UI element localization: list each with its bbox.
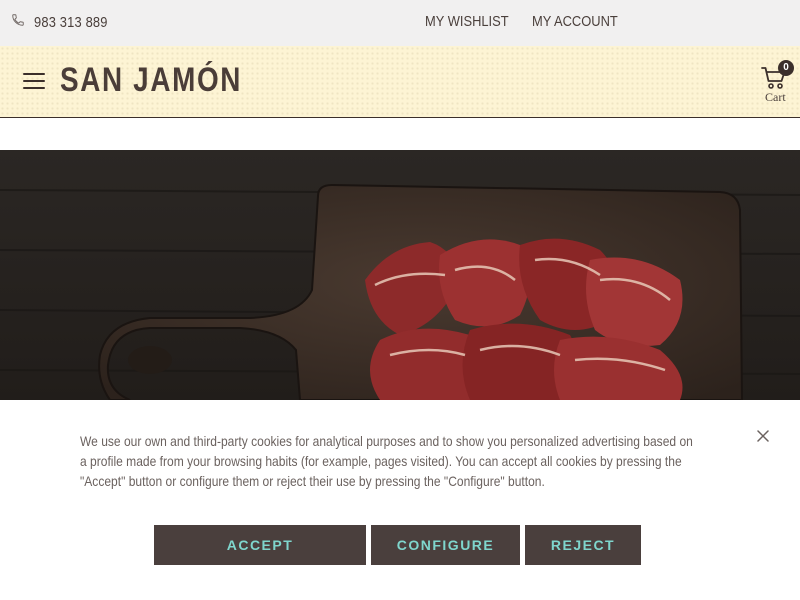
cart-label: Cart [765,90,786,104]
configure-cookies-button[interactable]: CONFIGURE [371,525,520,565]
phone-number[interactable]: 983 313 889 [34,14,108,31]
accept-cookies-button[interactable]: ACCEPT [154,525,366,565]
hero-image [0,150,800,400]
close-icon[interactable] [756,429,770,443]
my-wishlist-link[interactable]: MY WISHLIST [425,13,509,30]
phone-contact[interactable]: 983 313 889 [11,13,120,32]
site-header: SAN JAMÓN 0 Cart [0,46,800,118]
cookie-consent-text: We use our own and third-party cookies f… [80,433,693,489]
my-account-link[interactable]: MY ACCOUNT [532,13,618,30]
hamburger-menu-icon[interactable] [23,73,45,90]
cart-count-badge: 0 [778,60,794,76]
top-utility-bar: 983 313 889 MY WISHLIST MY ACCOUNT [0,0,800,46]
cart-button[interactable]: 0 Cart [758,60,794,108]
reject-cookies-button[interactable]: REJECT [525,525,641,565]
site-logo[interactable]: SAN JAMÓN [60,61,242,100]
cookie-consent-banner: We use our own and third-party cookies f… [0,400,800,600]
phone-icon [11,13,25,32]
